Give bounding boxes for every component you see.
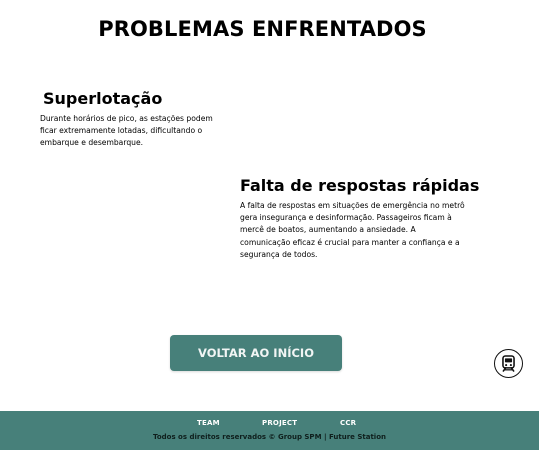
problem-card-slow-response: Falta de respostas rápidas A falta de re… xyxy=(240,176,480,261)
problem-title: Superlotação xyxy=(43,89,163,108)
problem-card-overcrowding: Superlotação Durante horários de pico, a… xyxy=(40,89,240,150)
footer-link-project[interactable]: PROJECT xyxy=(262,419,297,427)
problem-title: Falta de respostas rápidas xyxy=(240,176,480,195)
page-title: PROBLEMAS ENFRENTADOS xyxy=(98,17,427,41)
train-icon xyxy=(502,355,515,372)
footer-link-team[interactable]: TEAM xyxy=(197,419,220,427)
back-to-home-button[interactable]: VOLTAR AO INÍCIO xyxy=(170,335,342,371)
footer-nav: TEAM PROJECT CCR xyxy=(0,419,539,429)
footer: TEAM PROJECT CCR Todos os direitos reser… xyxy=(0,411,539,450)
footer-link-ccr[interactable]: CCR xyxy=(340,419,356,427)
copyright-text: Todos os direitos reservados © Group SPM… xyxy=(152,433,386,441)
problem-description: A falta de respostas em situações de eme… xyxy=(240,201,465,259)
problem-description: Durante horários de pico, as estações po… xyxy=(40,114,213,148)
train-button[interactable] xyxy=(494,349,523,378)
